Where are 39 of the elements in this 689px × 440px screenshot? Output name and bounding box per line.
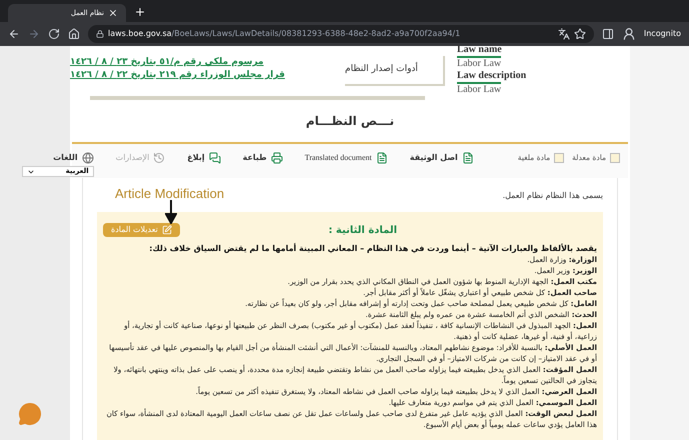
lock-icon [96,30,104,38]
chat-icon [208,152,221,164]
issuing-tools-label: أدوات إصدار النظام [345,56,445,86]
law-description-label: Law description [457,70,526,82]
annotation-label: Article Modification [115,185,224,203]
home-icon[interactable] [68,28,80,40]
forward-icon[interactable] [28,28,40,40]
toolbar-action[interactable]: طباعة [242,152,283,164]
address-bar[interactable]: laws.boe.gov.sa/BoeLaws/Laws/LawDetails/08381293-6388-48e2-8ad2-a9a700f2aa94/1 [88,25,594,43]
document-icon [462,152,474,164]
print-icon [270,152,283,164]
law-name: Labor Law [457,56,502,70]
law-description: Labor Law [457,82,502,96]
article-title: المادة الثانية : [328,224,397,238]
languages-label: اللغات [53,152,78,164]
decree-link[interactable]: مرسوم ملكي رقم م/٥١ بتاريخ ٢٣ / ٨ / ١٤٢٦ [70,56,264,69]
toolbar-action[interactable]: اصل الوثيقة [410,152,474,164]
article-lead: يقصد بالألفاظ والعبارات الآتية – أينما وردت في هذا النظام – المعاني المبينة أمامها ما لم يقتض السياق خلاف ذلك: [148,243,597,254]
reload-icon[interactable] [48,28,60,40]
new-tab-icon[interactable] [134,6,146,18]
law-name-label: Law name [457,44,503,56]
close-icon[interactable] [108,8,118,18]
toolbar-action[interactable]: Translated document [304,152,388,164]
translate-icon[interactable] [558,28,570,40]
intro-text: يسمى هذا النظام نظام العمل. [502,190,603,202]
toolbar-action[interactable]: إبلاغ [187,152,221,164]
legend-checkbox[interactable] [554,152,564,163]
globe-icon [82,152,94,164]
back-icon[interactable] [8,28,20,40]
document-icon [376,152,388,164]
edit-icon [162,225,172,235]
legend-checkbox[interactable] [610,152,620,163]
section-title: نـــص النظـــام [306,113,394,130]
decree-link[interactable]: قرار مجلس الوزراء رقم ٢١٩ بتاريخ ٢٢ / ٨ / ١٤٢٦ [70,69,285,82]
incognito-label: Incognito [644,28,681,40]
annotation-arrow [165,200,177,224]
history-icon [153,152,166,164]
side-panel-icon[interactable] [602,28,614,40]
star-icon[interactable] [574,28,586,40]
